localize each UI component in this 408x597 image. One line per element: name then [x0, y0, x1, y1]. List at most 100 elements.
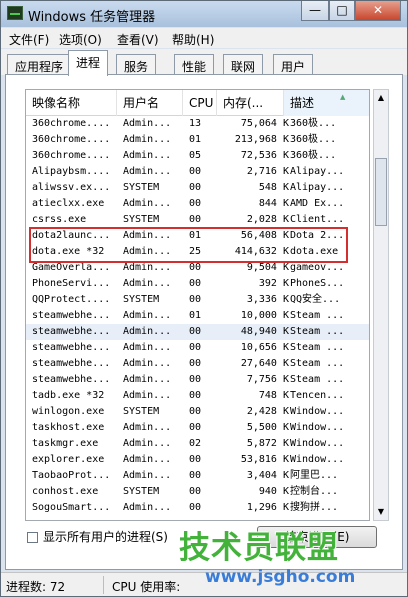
table-row[interactable]: steamwebhe... Admin... 00 48,940 K Steam ...	[26, 324, 369, 340]
tab-networking[interactable]: 联网	[223, 54, 264, 75]
cell-memory: 392 K	[258, 278, 289, 289]
menu-view[interactable]: 查看(V)	[117, 31, 159, 48]
table-row[interactable]: 360chrome.... Admin... 01 213,968 K 360极...	[26, 132, 369, 148]
scroll-thumb[interactable]	[375, 158, 387, 226]
cell-cpu: 00	[189, 390, 202, 401]
tab-users[interactable]: 用户	[273, 54, 314, 75]
cell-description: Steam ...	[290, 342, 345, 353]
cpu-usage: CPU 使用率:	[112, 580, 181, 594]
table-row[interactable]: 360chrome.... Admin... 05 72,536 K 360极...	[26, 148, 369, 164]
cell-image-name: steamwebhe...	[32, 358, 111, 369]
tab-processes[interactable]: 进程	[68, 50, 109, 76]
cell-image-name: aliwssv.ex...	[32, 182, 111, 193]
minimize-button[interactable]: —	[301, 1, 329, 21]
cell-image-name: taskhost.exe	[32, 422, 105, 433]
table-row[interactable]: taskhost.exe Admin... 00 5,500 K Window...	[26, 420, 369, 436]
cell-memory: 213,968 K	[234, 134, 289, 145]
table-row[interactable]: winlogon.exe SYSTEM 00 2,428 K Window...	[26, 404, 369, 420]
table-row[interactable]: conhost.exe SYSTEM 00 940 K 控制台...	[26, 484, 369, 500]
process-count: 进程数: 72	[6, 580, 66, 594]
cell-cpu: 02	[189, 438, 202, 449]
table-row[interactable]: steamwebhe... Admin... 01 10,000 K Steam ...	[26, 308, 369, 324]
cell-image-name: csrss.exe	[32, 214, 87, 225]
column-image-name[interactable]: 映像名称	[26, 90, 117, 116]
cell-image-name: QQProtect....	[32, 294, 111, 305]
menu-file[interactable]: 文件(F)	[9, 31, 49, 48]
task-manager-window: Windows 任务管理器 — □ ✕ 文件(F) 选项(O) 查看(V) 帮助…	[0, 0, 408, 597]
table-row[interactable]: PhoneServi... Admin... 00 392 K PhoneS...	[26, 276, 369, 292]
cell-memory: 2,028 K	[246, 214, 289, 225]
cell-image-name: taskmgr.exe	[32, 438, 99, 449]
cell-description: AMD Ex...	[290, 198, 345, 209]
cell-image-name: PhoneServi...	[32, 278, 111, 289]
cell-description: PhoneS...	[290, 278, 345, 289]
table-row[interactable]: steamwebhe... Admin... 00 10,656 K Steam ...	[26, 340, 369, 356]
menu-help[interactable]: 帮助(H)	[172, 31, 214, 48]
cell-memory: 5,872 K	[246, 438, 289, 449]
menu-options[interactable]: 选项(O)	[59, 31, 102, 48]
cell-image-name: atieclxx.exe	[32, 198, 105, 209]
table-row[interactable]: steamwebhe... Admin... 00 7,756 K Steam ...	[26, 372, 369, 388]
show-all-users-checkbox[interactable]: 显示所有用户的进程(S)	[27, 528, 168, 545]
cell-user-name: Admin...	[123, 438, 172, 449]
title-bar[interactable]: Windows 任务管理器 — □ ✕	[1, 1, 407, 27]
cell-user-name: SYSTEM	[123, 486, 160, 497]
cell-image-name: tadb.exe *32	[32, 390, 105, 401]
cell-memory: 75,064 K	[240, 118, 289, 129]
cell-cpu: 00	[189, 342, 202, 353]
process-list[interactable]: 映像名称 用户名 CPU 内存(... 描述 ▲ 360chrome.... Ad…	[25, 89, 370, 521]
column-memory[interactable]: 内存(...	[217, 90, 284, 116]
table-row[interactable]: explorer.exe Admin... 00 53,816 K Window...	[26, 452, 369, 468]
table-row[interactable]: TaobaoProt... Admin... 00 3,404 K 阿里巴...	[26, 468, 369, 484]
table-row[interactable]: taskmgr.exe Admin... 02 5,872 K Window...	[26, 436, 369, 452]
cell-cpu: 00	[189, 454, 202, 465]
tab-performance[interactable]: 性能	[174, 54, 215, 75]
table-row[interactable]: aliwssv.ex... SYSTEM 00 548 K Alipay...	[26, 180, 369, 196]
cell-image-name: 360chrome....	[32, 134, 111, 145]
cell-cpu: 00	[189, 294, 202, 305]
scroll-down-arrow-icon[interactable]: ▼	[374, 504, 388, 520]
cell-description: Window...	[290, 454, 345, 465]
table-row[interactable]: SogouSmart... Admin... 00 1,296 K 搜狗拼...	[26, 500, 369, 516]
table-row[interactable]: steamwebhe... Admin... 00 27,640 K Steam ...	[26, 356, 369, 372]
cell-user-name: Admin...	[123, 342, 172, 353]
close-button[interactable]: ✕	[355, 1, 401, 21]
cell-image-name: SogouSmart...	[32, 502, 111, 513]
column-user-name[interactable]: 用户名	[117, 90, 183, 116]
cell-user-name: Admin...	[123, 326, 172, 337]
window-title: Windows 任务管理器	[28, 10, 156, 25]
menu-bar: 文件(F) 选项(O) 查看(V) 帮助(H)	[1, 28, 407, 48]
cell-cpu: 05	[189, 150, 202, 161]
column-cpu[interactable]: CPU	[183, 90, 217, 116]
table-row[interactable]: atieclxx.exe Admin... 00 844 K AMD Ex...	[26, 196, 369, 212]
table-row[interactable]: 360chrome.... Admin... 13 75,064 K 360极...	[26, 116, 369, 132]
cell-cpu: 00	[189, 422, 202, 433]
cell-description: Client...	[290, 214, 345, 225]
cell-image-name: conhost.exe	[32, 486, 99, 497]
cell-cpu: 00	[189, 406, 202, 417]
table-row[interactable]: Alipaybsm.... Admin... 00 2,716 K Alipay...	[26, 164, 369, 180]
cell-description: Steam ...	[290, 358, 345, 369]
cell-description: Window...	[290, 422, 345, 433]
table-row[interactable]: QQProtect.... SYSTEM 00 3,336 K QQ安全...	[26, 292, 369, 308]
cell-image-name: steamwebhe...	[32, 310, 111, 321]
table-row[interactable]: csrss.exe SYSTEM 00 2,028 K Client...	[26, 212, 369, 228]
cell-user-name: Admin...	[123, 118, 172, 129]
tab-services[interactable]: 服务	[116, 54, 157, 75]
cell-memory: 10,656 K	[240, 342, 289, 353]
maximize-button[interactable]: □	[329, 1, 355, 21]
cell-memory: 748 K	[258, 390, 289, 401]
column-description[interactable]: 描述 ▲	[284, 90, 369, 116]
cell-user-name: Admin...	[123, 454, 172, 465]
tab-applications[interactable]: 应用程序	[7, 54, 72, 75]
sort-ascending-icon: ▲	[340, 93, 346, 101]
table-row[interactable]: tadb.exe *32 Admin... 00 748 K Tencen...	[26, 388, 369, 404]
scroll-up-arrow-icon[interactable]: ▲	[374, 90, 388, 106]
cell-image-name: explorer.exe	[32, 454, 105, 465]
cell-description: Alipay...	[290, 182, 345, 193]
cell-user-name: SYSTEM	[123, 406, 160, 417]
cell-cpu: 13	[189, 118, 202, 129]
checkbox-icon[interactable]	[27, 532, 38, 543]
cell-user-name: Admin...	[123, 502, 172, 513]
list-scrollbar[interactable]: ▲ ▼	[373, 89, 389, 521]
